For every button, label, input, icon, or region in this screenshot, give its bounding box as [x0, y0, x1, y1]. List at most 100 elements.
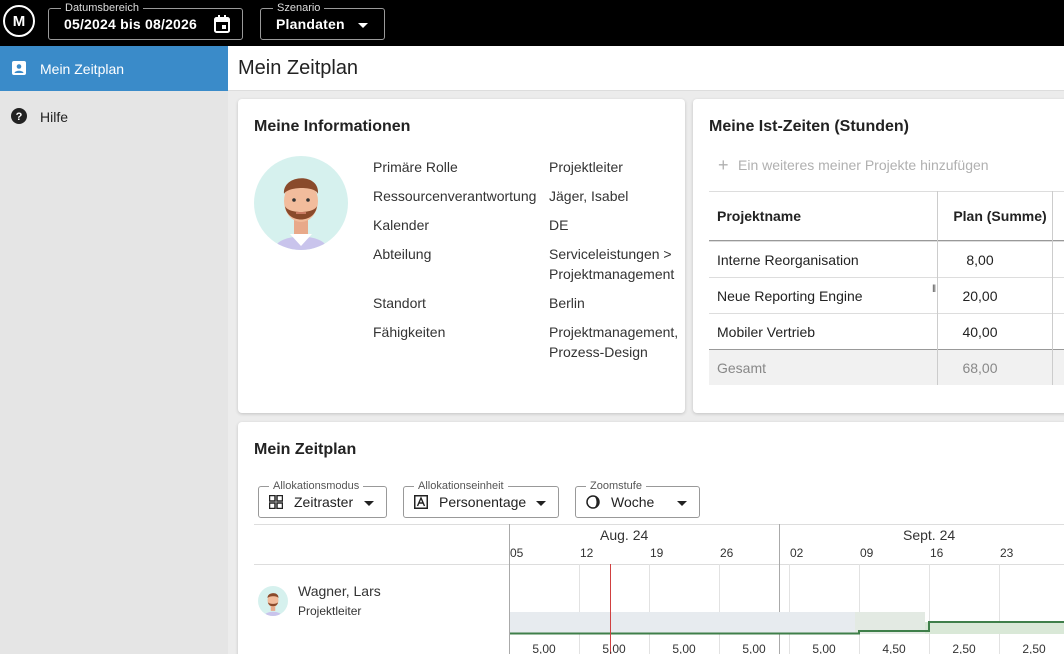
info-label-abteilung: Abteilung — [373, 246, 432, 262]
week-label: 05 — [510, 546, 524, 560]
allocation-value[interactable]: 5,00 — [649, 642, 719, 654]
week-label: 09 — [860, 546, 874, 560]
allocation-unit-select[interactable]: Allokationseinheit Personentage — [403, 479, 559, 518]
timeline-divider — [254, 524, 1064, 525]
date-range-value: 05/2024 bis 08/2026 — [64, 16, 198, 32]
sidebar-item-mein-zeitplan[interactable]: Mein Zeitplan — [0, 46, 228, 91]
allocation-value[interactable]: 5,00 — [789, 642, 859, 654]
project-plan: 8,00 — [966, 252, 994, 268]
chevron-down-icon — [364, 501, 374, 506]
month-label: Sept. 24 — [903, 527, 956, 543]
timeline-grid: Aug. 24 Sept. 24 05 12 19 26 02 09 16 23 — [254, 524, 1064, 654]
info-label-standort: Standort — [373, 295, 426, 311]
help-icon: ? — [11, 108, 27, 124]
sidebar-item-label: Hilfe — [40, 108, 69, 125]
project-plan: 20,00 — [962, 288, 998, 304]
timeline-divider — [254, 564, 1064, 565]
week-divider — [789, 564, 790, 654]
info-label-ressourcen: Ressourcenverantwortung — [373, 188, 537, 204]
badge-icon — [12, 61, 26, 75]
ist-times-card: Meine Ist-Zeiten (Stunden) + Ein weitere… — [693, 99, 1064, 413]
avatar — [254, 156, 348, 250]
date-range-picker[interactable]: Datumsbereich 05/2024 bis 08/2026 — [48, 1, 243, 40]
project-name: Interne Reorganisation — [717, 252, 859, 268]
week-divider — [929, 564, 930, 654]
info-label-rolle: Primäre Rolle — [373, 159, 458, 175]
person-avatar-icon — [274, 178, 328, 250]
info-value-kalender: DE — [549, 217, 569, 233]
chevron-down-icon — [536, 501, 546, 506]
person-avatar-icon — [264, 593, 282, 616]
schedule-card-title: Mein Zeitplan — [254, 441, 357, 458]
week-divider — [859, 564, 860, 654]
week-label: 26 — [720, 546, 734, 560]
chevron-down-icon — [358, 23, 368, 28]
resource-role: Projektleiter — [298, 604, 362, 618]
grid-icon — [269, 495, 283, 509]
scenario-label: Szenario — [273, 1, 325, 15]
info-card-title: Meine Informationen — [254, 118, 411, 135]
zoom-level-value: Woche — [611, 494, 655, 510]
table-row[interactable]: Mobiler Vertrieb 40,00 — [709, 313, 1064, 349]
info-card: Meine Informationen Primäre Rolle Projek… — [238, 99, 685, 413]
calendar-icon[interactable] — [214, 15, 230, 33]
table-row[interactable]: Interne Reorganisation 8,00 — [709, 241, 1064, 277]
week-label: 19 — [650, 546, 664, 560]
column-divider — [1052, 191, 1053, 385]
allocation-value[interactable]: 2,50 — [929, 642, 999, 654]
column-header-plan[interactable]: Plan (Summe) — [945, 208, 1055, 224]
scenario-select[interactable]: Szenario Plandaten — [260, 1, 385, 40]
info-value-abteilung: Serviceleistungen > Projektmanagement — [549, 246, 675, 282]
allocation-unit-label: Allokationseinheit — [414, 479, 508, 493]
column-resize-handle-icon[interactable]: ‖ — [932, 284, 936, 295]
column-header-projektname[interactable]: Projektname — [717, 208, 801, 224]
top-bar: M Datumsbereich 05/2024 bis 08/2026 Szen… — [0, 0, 1064, 46]
table-total-row: Gesamt 68,00 — [709, 349, 1064, 385]
allocation-mode-select[interactable]: Allokationsmodus Zeitraster — [258, 479, 387, 518]
info-value-ressourcen: Jäger, Isabel — [549, 188, 629, 204]
allocation-value[interactable]: 4,50 — [859, 642, 929, 654]
zoom-level-select[interactable]: Zoomstufe Woche — [575, 479, 700, 518]
moon-icon — [586, 495, 600, 509]
today-marker — [610, 564, 611, 654]
month-label: Aug. 24 — [600, 527, 649, 543]
week-divider — [999, 564, 1000, 654]
week-label: 12 — [580, 546, 594, 560]
total-label: Gesamt — [717, 360, 767, 376]
letter-a-icon — [414, 495, 428, 509]
add-project-label: Ein weiteres meiner Projekte hinzufügen — [738, 157, 989, 173]
allocation-unit-value: Personentage — [439, 494, 527, 510]
week-label: 16 — [930, 546, 944, 560]
sidebar: Mein Zeitplan ? Hilfe — [0, 46, 228, 654]
week-label: 02 — [790, 546, 804, 560]
column-divider — [937, 191, 938, 385]
allocation-value[interactable]: 5,00 — [719, 642, 789, 654]
allocation-value[interactable]: 2,50 — [999, 642, 1064, 654]
info-label-faehigkeiten: Fähigkeiten — [373, 324, 446, 340]
allocation-value[interactable]: 5,00 — [509, 642, 579, 654]
page-title: Mein Zeitplan — [238, 57, 359, 79]
logo-text: M — [12, 12, 26, 30]
week-label: 23 — [1000, 546, 1014, 560]
sidebar-item-hilfe[interactable]: ? Hilfe — [0, 94, 228, 139]
info-label-kalender: Kalender — [373, 217, 430, 233]
schedule-card: Mein Zeitplan Allokationsmodus Zeitraste… — [238, 422, 1064, 654]
info-value-rolle: Projektleiter — [549, 159, 623, 175]
table-row[interactable]: Neue Reporting Engine 20,00 — [709, 277, 1064, 313]
resource-name[interactable]: Wagner, Lars — [298, 583, 381, 599]
table-header: Projektname Plan (Summe) — [709, 191, 1064, 241]
total-plan: 68,00 — [962, 360, 998, 376]
allocation-mode-label: Allokationsmodus — [269, 479, 364, 493]
project-name: Mobiler Vertrieb — [717, 324, 816, 340]
allocation-mode-value: Zeitraster — [294, 494, 354, 510]
chevron-down-icon — [677, 501, 687, 506]
project-plan: 40,00 — [962, 324, 998, 340]
info-value-standort: Berlin — [549, 295, 585, 311]
allocation-value[interactable]: 5,00 — [579, 642, 649, 654]
plus-icon: + — [718, 155, 729, 175]
ist-card-title: Meine Ist-Zeiten (Stunden) — [709, 118, 909, 135]
sidebar-item-label: Mein Zeitplan — [40, 60, 125, 77]
project-name: Neue Reporting Engine — [717, 288, 863, 304]
app-logo[interactable]: M — [3, 5, 35, 37]
svg-text:?: ? — [16, 111, 23, 123]
